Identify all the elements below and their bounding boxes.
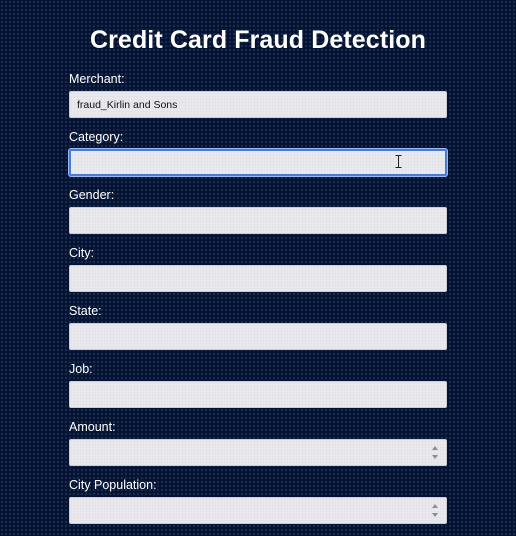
state-label: State: <box>69 304 102 318</box>
city-population-input-wrap <box>69 497 447 524</box>
amount-spinner-icon[interactable] <box>431 446 438 459</box>
merchant-input-wrap <box>69 91 447 118</box>
city-population-field: City Population: <box>69 478 448 524</box>
merchant-label: Merchant: <box>69 72 125 86</box>
city-input[interactable] <box>69 265 447 292</box>
state-input-wrap <box>69 323 447 350</box>
text-cursor-icon <box>395 155 402 168</box>
category-input-wrap <box>69 149 447 176</box>
amount-input[interactable] <box>69 439 447 466</box>
gender-input-wrap <box>69 207 447 234</box>
city-population-input[interactable] <box>69 497 447 524</box>
category-field: Category: <box>69 130 448 176</box>
gender-input[interactable] <box>69 207 447 234</box>
job-input-wrap <box>69 381 447 408</box>
city-field: City: <box>69 246 448 292</box>
gender-field: Gender: <box>69 188 448 234</box>
category-input[interactable] <box>69 149 447 176</box>
state-field: State: <box>69 304 448 350</box>
state-input[interactable] <box>69 323 447 350</box>
fraud-detection-form: Merchant: Category: Gender: City: State: <box>69 72 448 536</box>
merchant-input[interactable] <box>69 91 447 118</box>
spinner-up-icon[interactable] <box>431 446 438 450</box>
job-input[interactable] <box>69 381 447 408</box>
amount-label: Amount: <box>69 420 116 434</box>
amount-input-wrap <box>69 439 447 466</box>
city-population-label: City Population: <box>69 478 157 492</box>
gender-label: Gender: <box>69 188 115 202</box>
merchant-field: Merchant: <box>69 72 448 118</box>
spinner-down-icon[interactable] <box>431 455 438 459</box>
city-input-wrap <box>69 265 447 292</box>
page-title: Credit Card Fraud Detection <box>89 26 427 54</box>
job-field: Job: <box>69 362 448 408</box>
category-label: Category: <box>69 130 124 144</box>
city-label: City: <box>69 246 94 260</box>
amount-field: Amount: <box>69 420 448 466</box>
job-label: Job: <box>69 362 93 376</box>
spinner-up-icon[interactable] <box>431 504 438 508</box>
spinner-down-icon[interactable] <box>431 513 438 517</box>
city-population-spinner-icon[interactable] <box>431 504 438 517</box>
